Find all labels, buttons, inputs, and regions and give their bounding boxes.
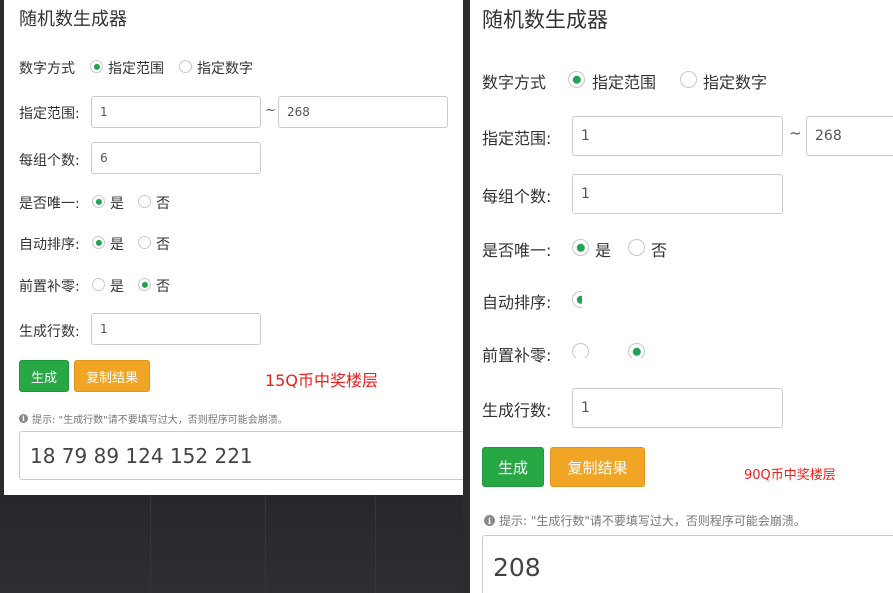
- dark-background: [0, 495, 463, 593]
- range-to-input[interactable]: 268: [278, 96, 448, 128]
- range-separator: ~: [789, 124, 802, 142]
- unique-option-yes[interactable]: 是: [595, 237, 611, 261]
- rows-input[interactable]: 1: [91, 313, 261, 345]
- generator-panel-left: 随机数生成器 数字方式 指定范围 指定数字 指定范围: 1 ~ 268 每组个数…: [4, 0, 463, 495]
- hint-text: i 提示: "生成行数"请不要填写过大，否则程序可能会崩溃。: [19, 411, 288, 426]
- zero-pad-radio-yes[interactable]: [572, 343, 589, 358]
- sort-label: 自动排序:: [482, 293, 552, 312]
- mode-radio-range[interactable]: [90, 60, 103, 73]
- range-to-input[interactable]: 268: [806, 116, 893, 156]
- prize-floor-note: 90Q币中奖楼层: [744, 468, 836, 483]
- info-icon: i: [484, 515, 495, 526]
- range-label: 指定范围:: [19, 106, 80, 122]
- page-title: 随机数生成器: [482, 8, 608, 32]
- sort-option-no[interactable]: 否: [156, 234, 170, 254]
- sort-radio-clip: [572, 289, 582, 311]
- per-group-input[interactable]: 6: [91, 142, 261, 174]
- result-output[interactable]: 18 79 89 124 152 221: [19, 431, 463, 480]
- generate-button[interactable]: 生成: [482, 447, 544, 487]
- per-group-label: 每组个数:: [482, 187, 552, 206]
- range-label: 指定范围:: [482, 129, 552, 148]
- zero-pad-option-no[interactable]: 否: [156, 276, 170, 296]
- copy-result-button[interactable]: 复制结果: [74, 360, 150, 392]
- prize-floor-note: 15Q币中奖楼层: [265, 371, 378, 390]
- zero-pad-option-yes[interactable]: 是: [110, 276, 124, 296]
- copy-result-button[interactable]: 复制结果: [550, 447, 645, 487]
- mode-option-number[interactable]: 指定数字: [197, 58, 253, 78]
- unique-label: 是否唯一:: [482, 241, 552, 260]
- sort-option-yes[interactable]: 是: [110, 234, 124, 254]
- zero-pad-options-clip: [570, 340, 650, 358]
- per-group-input[interactable]: 1: [572, 174, 783, 214]
- unique-option-no[interactable]: 否: [156, 193, 170, 213]
- mode-radio-range[interactable]: [568, 71, 585, 88]
- unique-option-yes[interactable]: 是: [110, 193, 124, 213]
- result-output[interactable]: 208: [482, 535, 893, 593]
- mode-label: 数字方式: [19, 61, 75, 77]
- zero-pad-label: 前置补零:: [19, 279, 80, 295]
- rows-input[interactable]: 1: [572, 388, 783, 428]
- sort-radio-yes[interactable]: [572, 291, 582, 308]
- unique-radio-yes[interactable]: [92, 195, 105, 208]
- range-from-input[interactable]: 1: [91, 96, 261, 128]
- unique-radio-no[interactable]: [138, 195, 151, 208]
- hint-text: i 提示: "生成行数"请不要填写过大，否则程序可能会崩溃。: [484, 512, 806, 529]
- rows-label: 生成行数:: [482, 401, 552, 420]
- mode-label: 数字方式: [482, 73, 547, 92]
- per-group-label: 每组个数:: [19, 153, 80, 169]
- sort-label: 自动排序:: [19, 237, 80, 253]
- zero-pad-label: 前置补零:: [482, 346, 552, 365]
- mode-option-range[interactable]: 指定范围: [592, 69, 656, 93]
- unique-radio-yes[interactable]: [572, 239, 589, 256]
- zero-pad-radio-no[interactable]: [138, 278, 151, 291]
- zero-pad-radio-no[interactable]: [628, 343, 645, 358]
- unique-radio-no[interactable]: [628, 239, 645, 256]
- generator-panel-right: 随机数生成器 数字方式 指定范围 指定数字 指定范围: 1 ~ 268 每组个数…: [470, 0, 893, 593]
- range-from-input[interactable]: 1: [572, 116, 783, 156]
- rows-label: 生成行数:: [19, 324, 80, 340]
- range-separator: ~: [265, 103, 276, 118]
- generate-button[interactable]: 生成: [19, 360, 69, 392]
- page-title: 随机数生成器: [19, 9, 127, 30]
- hint-message: 提示: "生成行数"请不要填写过大，否则程序可能会崩溃。: [32, 415, 288, 426]
- sort-radio-no[interactable]: [138, 236, 151, 249]
- info-icon: i: [19, 414, 28, 423]
- mode-radio-number[interactable]: [179, 60, 192, 73]
- mode-option-range[interactable]: 指定范围: [108, 58, 164, 78]
- sort-radio-yes[interactable]: [92, 236, 105, 249]
- unique-label: 是否唯一:: [19, 196, 80, 212]
- mode-option-number[interactable]: 指定数字: [703, 69, 767, 93]
- unique-option-no[interactable]: 否: [651, 237, 667, 261]
- hint-message: 提示: "生成行数"请不要填写过大，否则程序可能会崩溃。: [499, 514, 806, 528]
- mode-radio-number[interactable]: [680, 71, 697, 88]
- zero-pad-radio-yes[interactable]: [92, 278, 105, 291]
